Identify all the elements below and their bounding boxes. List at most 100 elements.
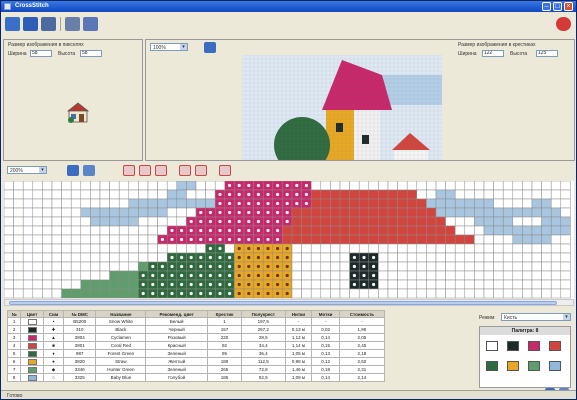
grid-cell[interactable]: [406, 216, 418, 227]
grid-cell[interactable]: [522, 288, 533, 299]
grid-cell[interactable]: [531, 216, 542, 227]
grid-cell[interactable]: [541, 288, 552, 299]
grid-cell[interactable]: [128, 279, 139, 290]
grid-cell[interactable]: [22, 279, 34, 290]
grid-cell[interactable]: [128, 181, 139, 191]
grid-cell[interactable]: [109, 261, 120, 272]
grid-tool-3-icon[interactable]: [155, 165, 167, 176]
grid-cell[interactable]: [406, 234, 418, 245]
grid-cell[interactable]: [310, 216, 322, 227]
grid-cell[interactable]: [550, 279, 562, 290]
grid-cell[interactable]: [13, 288, 24, 299]
save-icon[interactable]: [23, 17, 38, 31]
grid-cell[interactable]: [474, 225, 485, 236]
grid-cell[interactable]: [310, 261, 322, 272]
grid-cell[interactable]: [522, 181, 533, 191]
grid-cell[interactable]: [435, 243, 446, 254]
grid-cell[interactable]: [13, 252, 24, 263]
grid-cell[interactable]: [70, 225, 82, 236]
grid-cell[interactable]: [387, 279, 398, 290]
palette-swatch[interactable]: [549, 341, 561, 351]
grid-cell[interactable]: [186, 243, 197, 254]
grid-cell[interactable]: [32, 270, 43, 281]
grid-cell[interactable]: [406, 270, 418, 281]
grid-cell[interactable]: [138, 216, 149, 227]
column-header[interactable]: №: [6, 310, 22, 318]
grid-cell[interactable]: [426, 225, 437, 236]
grid-cell[interactable]: [426, 252, 437, 263]
grid-cell[interactable]: [378, 288, 389, 299]
grid-cell[interactable]: [22, 270, 34, 281]
grid-cell[interactable]: [541, 207, 552, 218]
grid-cell[interactable]: [291, 216, 302, 227]
grid-cell[interactable]: [310, 207, 322, 218]
grid-cell[interactable]: [330, 216, 341, 227]
grid-cell[interactable]: [330, 270, 341, 281]
source-width-field[interactable]: 58: [30, 50, 52, 57]
grid-cell[interactable]: [32, 198, 43, 209]
grid-cell[interactable]: [445, 288, 456, 299]
open-file-icon[interactable]: [5, 17, 20, 31]
grid-cell[interactable]: [320, 288, 331, 299]
grid-cell[interactable]: [42, 198, 53, 209]
grid-cell[interactable]: [320, 279, 331, 290]
grid-cell[interactable]: [339, 181, 350, 191]
grid-cell[interactable]: [445, 198, 456, 209]
zoom-out-icon[interactable]: [83, 165, 95, 176]
grid-cell[interactable]: [61, 181, 72, 191]
grid-cell[interactable]: [378, 252, 389, 263]
grid-cell[interactable]: [147, 189, 158, 200]
grid-cell[interactable]: [522, 207, 533, 218]
grid-cell[interactable]: [397, 243, 408, 254]
grid-cell[interactable]: [13, 270, 24, 281]
grid-cell[interactable]: [493, 243, 504, 254]
grid-cell[interactable]: [109, 252, 120, 263]
grid-cell[interactable]: [522, 243, 533, 254]
grid-cell[interactable]: [426, 181, 437, 191]
grid-cell[interactable]: [474, 234, 485, 245]
grid-cell[interactable]: [502, 279, 514, 290]
grid-cell[interactable]: [301, 270, 312, 281]
grid-cell[interactable]: [99, 261, 110, 272]
grid-cell[interactable]: [118, 279, 130, 290]
grid-cell[interactable]: [387, 234, 398, 245]
grid-cell[interactable]: [454, 279, 466, 290]
grid-cell[interactable]: [464, 181, 475, 191]
grid-cell[interactable]: [502, 189, 514, 200]
grid-cell[interactable]: [99, 243, 110, 254]
grid-cell[interactable]: [32, 207, 43, 218]
grid-cell[interactable]: [435, 252, 446, 263]
grid-cell[interactable]: [522, 189, 533, 200]
grid-cell[interactable]: [502, 234, 514, 245]
grid-cell[interactable]: [474, 288, 485, 299]
grid-cell[interactable]: [512, 181, 523, 191]
grid-cell[interactable]: [378, 279, 389, 290]
grid-cell[interactable]: [70, 270, 82, 281]
grid-cell[interactable]: [320, 225, 331, 236]
grid-cell[interactable]: [522, 216, 533, 227]
grid-cell[interactable]: [330, 234, 341, 245]
grid-cell[interactable]: [339, 270, 350, 281]
grid-cell[interactable]: [166, 189, 178, 200]
grid-cell[interactable]: [118, 261, 130, 272]
grid-cell[interactable]: [454, 261, 466, 272]
grid-cell[interactable]: [464, 207, 475, 218]
grid-cell[interactable]: [397, 207, 408, 218]
grid-cell[interactable]: [13, 234, 24, 245]
grid-cell[interactable]: [502, 288, 514, 299]
grid-cell[interactable]: [42, 181, 53, 191]
grid-cell[interactable]: [166, 198, 178, 209]
grid-cell[interactable]: [42, 207, 53, 218]
grid-cell[interactable]: [541, 261, 552, 272]
grid-cell[interactable]: [426, 216, 437, 227]
grid-cell[interactable]: [4, 189, 14, 200]
grid-cell[interactable]: [109, 234, 120, 245]
grid-cell[interactable]: [195, 243, 206, 254]
grid-cell[interactable]: [61, 189, 72, 200]
grid-cell[interactable]: [349, 216, 360, 227]
grid-cell[interactable]: [22, 243, 34, 254]
palette-swatch[interactable]: [549, 361, 561, 371]
grid-cell[interactable]: [195, 189, 206, 200]
grid-cell[interactable]: [70, 288, 82, 299]
grid-cell[interactable]: [291, 252, 302, 263]
